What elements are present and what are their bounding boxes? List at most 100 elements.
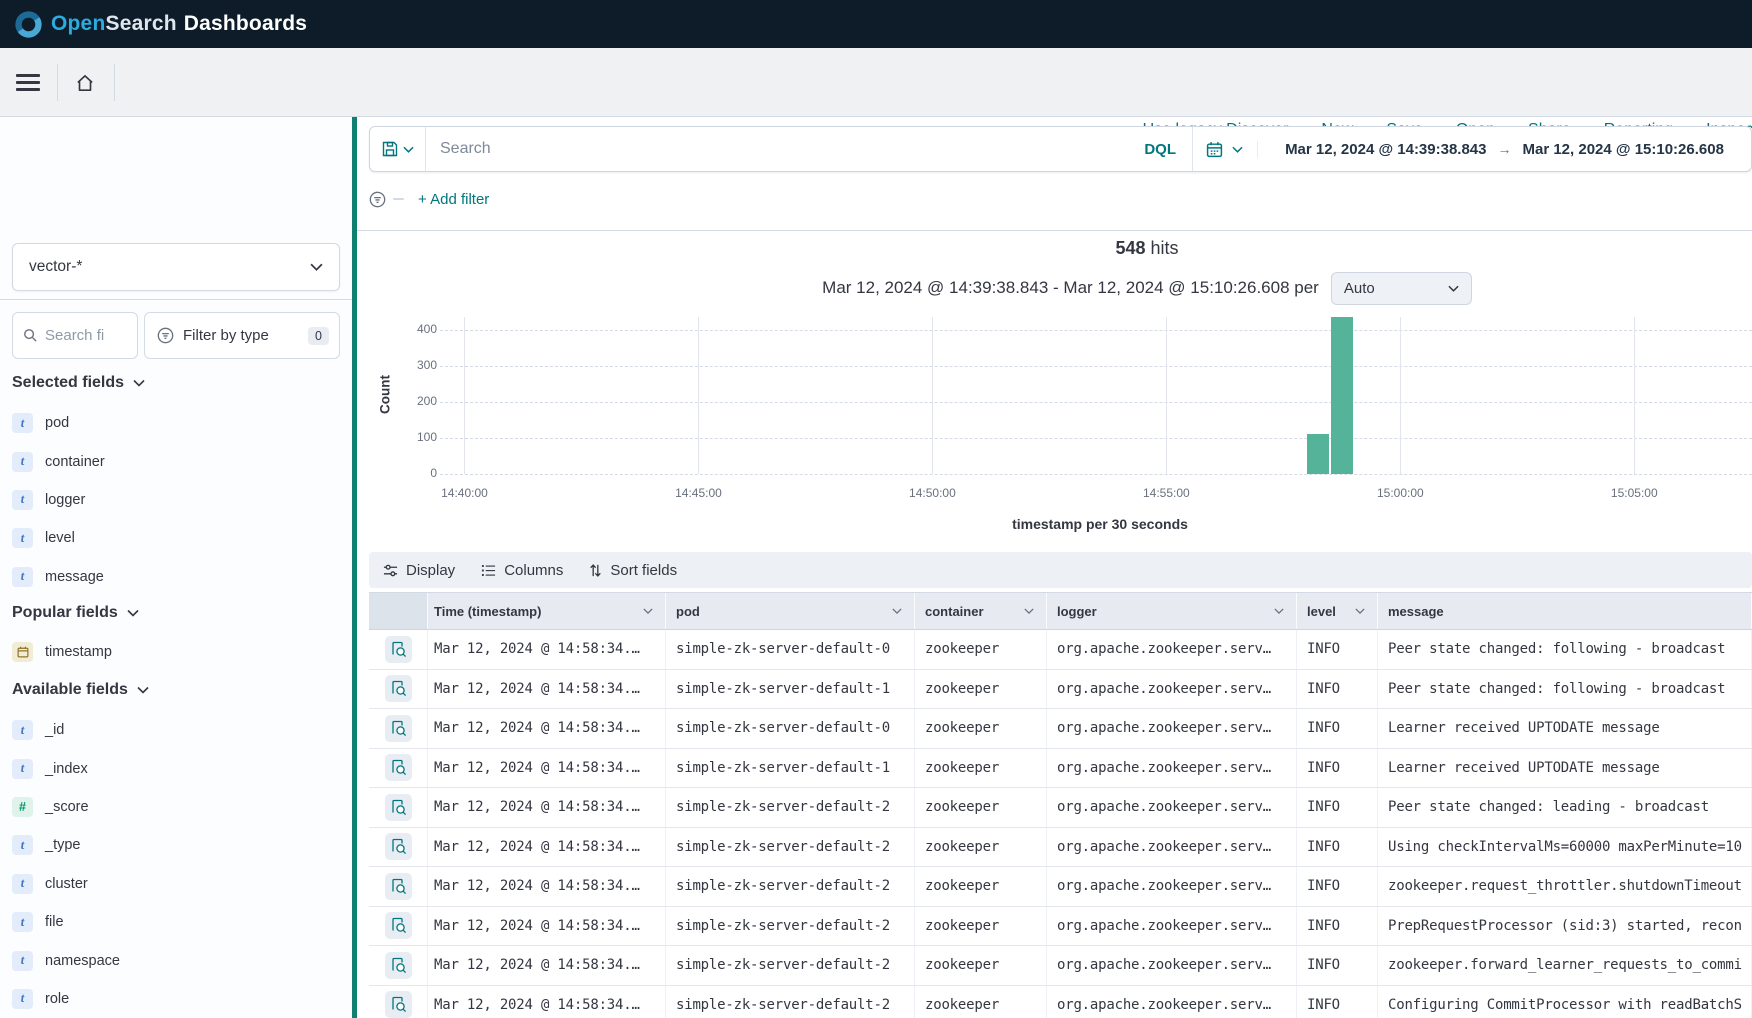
cell-time: Mar 12, 2024 @ 14:58:34.… [428,986,666,1018]
search-icon [23,328,38,343]
opensearch-logo[interactable]: OpenSearchDashboards [14,10,307,39]
interval-select[interactable]: Auto [1331,272,1472,305]
field-name: container [45,454,105,470]
field-search-input[interactable] [45,327,123,344]
field-item[interactable]: t file [0,903,352,941]
search-query-input[interactable]: Search [426,127,1128,171]
field-item[interactable]: t namespace [0,941,352,979]
field-search-input-wrap [12,312,138,359]
field-name: role [45,991,69,1007]
menu-icon[interactable] [16,74,40,91]
nav-separator [57,64,58,101]
column-header-logger[interactable]: logger [1047,593,1297,629]
list-icon [481,563,496,578]
filter-set-icon[interactable] [369,191,386,208]
date-to[interactable]: Mar 12, 2024 @ 15:10:26.608 [1523,141,1724,158]
display-button[interactable]: Display [383,562,455,579]
search-placeholder: Search [440,140,491,158]
inspect-document-button[interactable] [385,991,412,1018]
cell-pod: simple-zk-server-default-1 [666,670,915,709]
inspect-document-icon [390,799,407,816]
date-quick-select-button[interactable] [1193,141,1257,158]
section-header-available-fields[interactable]: Available fields [12,678,149,702]
saved-query-menu-button[interactable] [370,127,426,171]
cell-message: Using checkIntervalMs=60000 maxPerMinute… [1378,828,1752,867]
inspect-document-button[interactable] [385,794,412,821]
field-item[interactable]: t container [0,442,352,480]
field-item[interactable]: # _score [0,788,352,826]
cell-logger: org.apache.zookeeper.serv… [1047,907,1297,946]
x-gridline [1166,317,1167,474]
string-field-icon: t [12,874,33,894]
cell-time: Mar 12, 2024 @ 14:58:34.… [428,749,666,788]
cell-logger: org.apache.zookeeper.serv… [1047,986,1297,1018]
filter-by-type-button[interactable]: Filter by type 0 [144,312,340,359]
sidebar-resize-handle[interactable] [352,117,357,1018]
columns-button[interactable]: Columns [481,562,563,579]
cell-logger: org.apache.zookeeper.serv… [1047,709,1297,748]
cell-container: zookeeper [915,709,1047,748]
field-item[interactable]: t role [0,980,352,1018]
cell-logger: org.apache.zookeeper.serv… [1047,630,1297,669]
cell-message: Learner received UPTODATE message [1378,709,1752,748]
inspect-document-button[interactable] [385,873,412,900]
cell-container: zookeeper [915,670,1047,709]
cell-container: zookeeper [915,788,1047,827]
index-pattern-value: vector-* [29,258,82,276]
inspect-document-button[interactable] [385,952,412,979]
table-body: Mar 12, 2024 @ 14:58:34.… simple-zk-serv… [369,630,1752,1018]
chevron-down-icon [1274,608,1284,614]
field-item[interactable]: t logger [0,481,352,519]
field-list: t pod t container t logger t level t mes… [0,404,352,596]
inspect-document-icon [390,996,407,1013]
field-item[interactable]: timestamp [0,633,352,671]
cell-pod: simple-zk-server-default-0 [666,709,915,748]
cell-level: INFO [1297,946,1378,985]
field-item[interactable]: t cluster [0,865,352,903]
column-header-message[interactable]: message [1378,593,1752,629]
cell-pod: simple-zk-server-default-2 [666,867,915,906]
inspect-document-button[interactable] [385,715,412,742]
column-header-container[interactable]: container [915,593,1047,629]
home-icon[interactable] [74,73,96,98]
query-language-button[interactable]: DQL [1128,127,1192,171]
inspect-document-button[interactable] [385,636,412,663]
nav-separator [114,64,115,101]
string-field-icon: t [12,413,33,433]
histogram-bar[interactable] [1331,317,1353,474]
inspect-document-button[interactable] [385,675,412,702]
column-header-time-timestamp-[interactable]: Time (timestamp) [428,593,666,629]
inspect-document-button[interactable] [385,833,412,860]
field-name: pod [45,415,69,431]
field-item[interactable]: t _id [0,711,352,749]
field-item[interactable]: t level [0,519,352,557]
field-item[interactable]: t _index [0,749,352,787]
cell-time: Mar 12, 2024 @ 14:58:34.… [428,828,666,867]
top-nav: Discover ↩Use legacy DiscoverNewSaveOpen… [0,48,1752,117]
cell-pod: simple-zk-server-default-2 [666,907,915,946]
field-item[interactable]: t message [0,558,352,596]
table-row: Mar 12, 2024 @ 14:58:34.… simple-zk-serv… [369,946,1752,986]
column-header-pod[interactable]: pod [666,593,915,629]
inspect-document-button[interactable] [385,754,412,781]
row-expand-cell [369,630,428,669]
field-item[interactable]: t pod [0,404,352,442]
sort-fields-button[interactable]: Sort fields [589,562,677,579]
cell-container: zookeeper [915,907,1047,946]
date-from[interactable]: Mar 12, 2024 @ 14:39:38.843 [1285,141,1486,158]
y-gridline [440,402,1752,403]
section-header-popular-fields[interactable]: Popular fields [12,601,139,625]
opensearch-dashboards-app: OpenSearchDashboards Discover ↩Use legac… [0,0,1752,1018]
cell-container: zookeeper [915,946,1047,985]
add-filter-button[interactable]: + Add filter [418,191,489,208]
inspect-document-button[interactable] [385,912,412,939]
field-name: timestamp [45,644,112,660]
column-header-level[interactable]: level [1297,593,1378,629]
field-item[interactable]: t _type [0,826,352,864]
chevron-down-icon [643,608,653,614]
index-pattern-select[interactable]: vector-* [12,243,340,291]
row-expand-cell [369,709,428,748]
histogram-bar[interactable] [1307,434,1329,474]
calendar-icon [1206,141,1223,158]
section-header-selected-fields[interactable]: Selected fields [12,371,145,395]
